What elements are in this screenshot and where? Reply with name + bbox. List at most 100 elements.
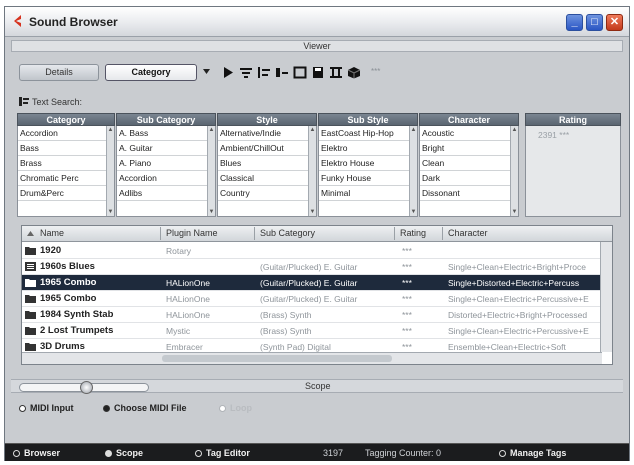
play-icon[interactable] [221,66,235,79]
scroll-down-icon[interactable]: ▼ [309,208,316,216]
results-vertical-scrollbar[interactable] [600,242,612,352]
vertical-scrollbar[interactable]: ▲ ▼ [409,126,417,216]
filter-header[interactable]: Style [217,113,317,126]
filter-header[interactable]: Rating [525,113,621,126]
sort-icon[interactable] [27,231,34,236]
filter-item[interactable]: Adlibs [117,186,215,201]
vertical-scrollbar[interactable]: ▲ ▼ [106,126,114,216]
filter-item[interactable]: A. Bass [117,126,215,141]
browser-toggle[interactable]: Browser [13,448,60,458]
radio-choose-midi-file[interactable]: Choose MIDI File [103,403,187,413]
column-divider[interactable] [442,227,443,240]
filter-item[interactable]: Minimal [319,186,417,201]
filter-item[interactable]: Accordion [117,171,215,186]
filter-item[interactable]: Bass [18,141,114,156]
filter-item[interactable]: Ambient/ChillOut [218,141,316,156]
vertical-scrollbar[interactable]: ▲ ▼ [510,126,518,216]
filter-item[interactable]: Country [218,186,316,201]
table-row-selected[interactable]: 1965 Combo HALionOne (Guitar/Plucked) E.… [22,275,600,291]
scroll-up-icon[interactable]: ▲ [208,126,215,134]
filter-item[interactable]: A. Guitar [117,141,215,156]
cube-icon[interactable] [347,66,361,79]
filter-item[interactable]: Brass [18,156,114,171]
radio-midi-input[interactable]: MIDI Input [19,403,74,413]
tab-details[interactable]: Details [19,64,99,81]
filter-item[interactable]: Clean [420,156,518,171]
rating-filter[interactable]: 2391 *** [525,126,621,217]
scroll-up-icon[interactable]: ▲ [410,126,417,134]
filter-header[interactable]: Sub Style [318,113,418,126]
filter-item[interactable]: Bright [420,141,518,156]
scroll-down-icon[interactable]: ▼ [410,208,417,216]
scroll-up-icon[interactable]: ▲ [511,126,518,134]
filter-item[interactable]: A. Piano [117,156,215,171]
column-header-sub-category[interactable]: Sub Category [260,228,315,238]
results-horizontal-scrollbar[interactable] [22,352,602,364]
filter-item[interactable]: Funky House [319,171,417,186]
filter-item[interactable]: Drum&Perc [18,186,114,201]
filter-item[interactable]: Accordion [18,126,114,141]
scroll-up-icon[interactable]: ▲ [107,126,114,134]
scope-slider[interactable] [19,381,149,394]
vertical-scrollbar[interactable]: ▲ ▼ [207,126,215,216]
scroll-down-icon[interactable]: ▼ [107,208,114,216]
radio-button[interactable] [13,450,20,457]
table-row[interactable]: 1960s Blues (Guitar/Plucked) E. Guitar *… [22,259,600,275]
tag-editor-toggle[interactable]: Tag Editor [195,448,250,458]
table-row[interactable]: 1984 Synth Stab HALionOne (Brass) Synth … [22,307,600,323]
title-bar[interactable]: Sound Browser _ □ ✕ [5,7,629,37]
radio-loop[interactable]: Loop [219,403,252,413]
table-row[interactable]: 1920 Rotary *** [22,243,600,259]
column-header-character[interactable]: Character [448,228,488,238]
table-row[interactable]: 2 Lost Trumpets Mystic (Brass) Synth ***… [22,323,600,339]
column-divider[interactable] [160,227,161,240]
filter-item[interactable]: EastCoast Hip-Hop [319,126,417,141]
scope-toggle[interactable]: Scope [105,448,143,458]
filter-item[interactable]: Classical [218,171,316,186]
minimize-button[interactable]: _ [566,14,583,31]
filter-header[interactable]: Category [17,113,115,126]
table-row[interactable]: 1965 Combo HALionOne (Guitar/Plucked) E.… [22,291,600,307]
scroll-down-icon[interactable]: ▼ [208,208,215,216]
filter-icon[interactable] [275,66,289,79]
filter-header[interactable]: Character [419,113,519,126]
close-button[interactable]: ✕ [606,14,623,31]
radio-button-selected[interactable] [105,450,112,457]
filter-item[interactable]: Elektro [319,141,417,156]
scroll-down-icon[interactable]: ▼ [511,208,518,216]
radio-button[interactable] [195,450,202,457]
column-divider[interactable] [254,227,255,240]
tab-category[interactable]: Category [105,64,197,81]
filter-item[interactable]: Alternative/Indie [218,126,316,141]
frame-icon[interactable] [293,66,307,79]
scroll-thumb[interactable] [162,355,392,362]
filter-item[interactable]: Dark [420,171,518,186]
radio-button[interactable] [499,450,506,457]
text-search-toggle[interactable]: Text Search: [19,97,82,107]
filter-item[interactable]: Acoustic [420,126,518,141]
radio-button[interactable] [219,405,226,412]
column-header-name[interactable]: Name [40,228,64,238]
column-header-plugin-name[interactable]: Plugin Name [166,228,218,238]
viewer-header[interactable]: Viewer [11,40,623,52]
columns-icon[interactable] [257,66,271,79]
slider-thumb[interactable] [80,381,93,394]
column-header-rating[interactable]: Rating [400,228,426,238]
list-icon[interactable] [239,66,253,79]
filter-item[interactable]: Elektro House [319,156,417,171]
maximize-button[interactable]: □ [586,14,603,31]
tab-menu-arrow-icon[interactable] [203,69,210,74]
filter-header[interactable]: Sub Category [116,113,216,126]
filter-item[interactable]: Dissonant [420,186,518,201]
vertical-scrollbar[interactable]: ▲ ▼ [308,126,316,216]
radio-button[interactable] [19,405,26,412]
filter-item[interactable]: Chromatic Perc [18,171,114,186]
filter-item[interactable]: Blues [218,156,316,171]
grid-icon[interactable] [329,66,343,79]
manage-tags-label: Manage Tags [510,448,567,458]
scroll-up-icon[interactable]: ▲ [309,126,316,134]
radio-button-selected[interactable] [103,405,110,412]
manage-tags-toggle[interactable]: Manage Tags [499,448,566,458]
column-divider[interactable] [394,227,395,240]
save-icon[interactable] [311,66,325,79]
